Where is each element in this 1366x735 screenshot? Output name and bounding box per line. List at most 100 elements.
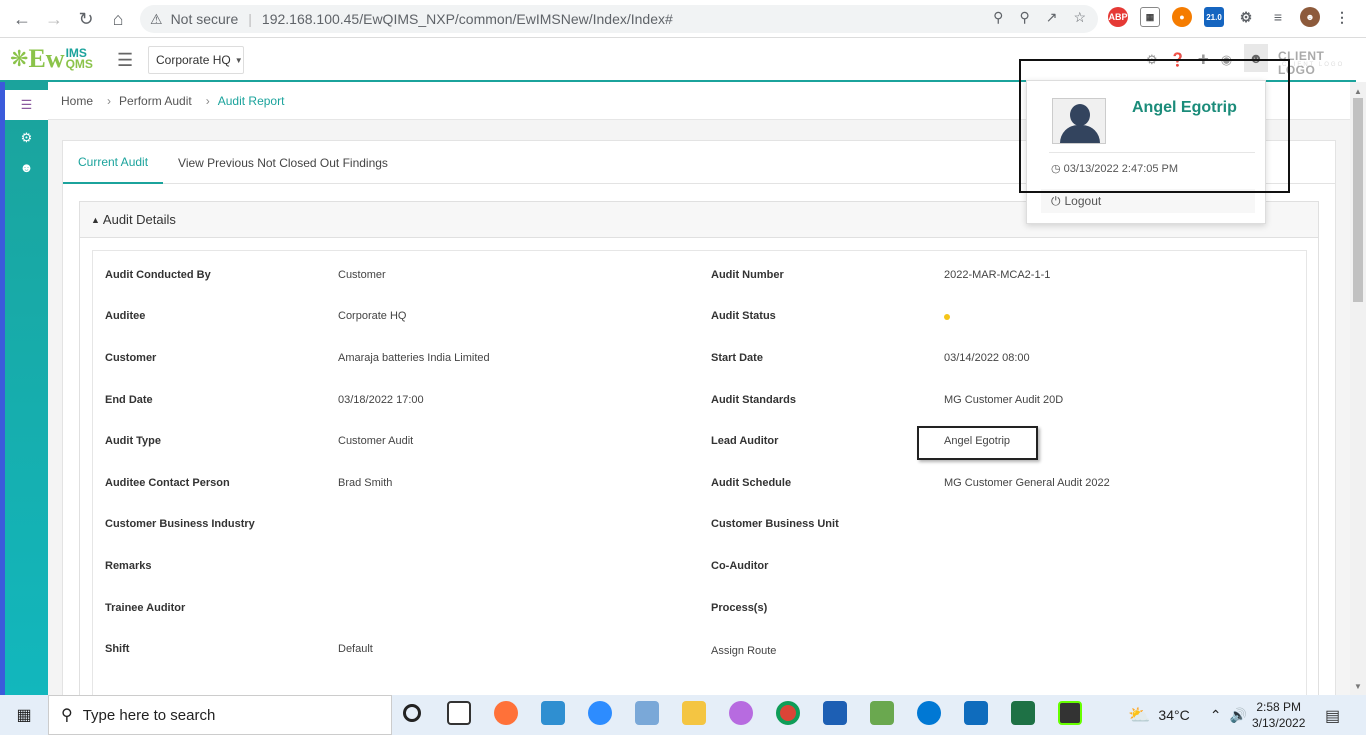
chevron-up-icon[interactable]: ⌃ — [1210, 707, 1222, 724]
detail-label: Customer — [105, 352, 157, 364]
back-arrow-icon[interactable]: ← — [6, 3, 38, 35]
reading-list-icon[interactable]: ≡ — [1268, 7, 1288, 27]
detail-label: Audit Schedule — [711, 477, 792, 489]
client-logo-sub: CLIENT LOGO — [1282, 62, 1345, 68]
windows-taskbar: ▦ ⚲ Type here to search ⛅ 34°C ⌃ 🔊 2:58 … — [0, 695, 1366, 735]
detail-value: 03/18/2022 17:00 — [338, 394, 424, 406]
logo-ew: Ew — [28, 44, 65, 73]
detail-label: Trainee Auditor — [105, 602, 186, 614]
detail-label: Lead Auditor — [711, 435, 779, 447]
windows-start-icon[interactable]: ▦ — [0, 695, 48, 735]
chevron-up-icon: ▲ — [91, 214, 100, 225]
detail-label: Audit Conducted By — [105, 269, 211, 281]
scroll-thumb[interactable] — [1353, 98, 1363, 302]
logo-qms: QMS — [65, 57, 93, 71]
link-app-icon[interactable] — [729, 701, 753, 725]
detail-label: Assign Route — [711, 645, 777, 657]
share-icon[interactable]: ↗ — [1046, 9, 1058, 26]
detail-row: Customer Business Industry Customer Busi… — [93, 518, 1308, 538]
settings-gear-icon[interactable]: ⚙ — [5, 123, 48, 153]
cortana-icon[interactable] — [403, 704, 421, 722]
photos-icon[interactable] — [541, 701, 565, 725]
zoom-icon[interactable] — [588, 701, 612, 725]
excel-icon[interactable] — [1011, 701, 1035, 725]
zoom-icon[interactable]: ⚲ — [1019, 9, 1029, 26]
task-view-icon[interactable] — [447, 701, 471, 725]
location-select[interactable]: Corporate HQ ▼ — [148, 46, 244, 74]
detail-label: Customer Business Industry — [105, 518, 255, 530]
notification-icon[interactable]: ▤ — [1325, 706, 1340, 726]
detail-value: 2022-MAR-MCA2-1-1 — [944, 269, 1051, 281]
search-icon: ⚲ — [61, 707, 73, 724]
detail-label: Auditee Contact Person — [105, 477, 230, 489]
detail-row: Auditee Contact Person Brad Smith Audit … — [93, 477, 1308, 497]
audit-clipboard-icon[interactable]: ☰ — [5, 90, 48, 120]
key-icon[interactable]: ⚲ — [993, 9, 1003, 26]
detail-label: Audit Standards — [711, 394, 796, 406]
home-icon[interactable]: ⌂ — [102, 3, 134, 35]
detail-label: Auditee — [105, 310, 146, 322]
mail-icon[interactable] — [964, 701, 988, 725]
scroll-up-icon[interactable]: ▲ — [1350, 84, 1366, 98]
weather-icon[interactable]: ⛅ — [1128, 705, 1150, 726]
forward-arrow-icon[interactable]: → — [38, 3, 70, 35]
notepad-icon[interactable] — [870, 701, 894, 725]
volume-icon[interactable]: 🔊 — [1229, 707, 1246, 724]
pinned-apps — [400, 701, 1082, 725]
address-bar[interactable]: ⚠ Not secure | 192.168.100.45/EwQIMS_NXP… — [140, 5, 1098, 33]
adblock-icon[interactable]: ABP — [1108, 7, 1128, 27]
detail-label: Process(s) — [711, 602, 768, 614]
chevron-down-icon: ▼ — [234, 55, 243, 65]
puzzle-icon[interactable]: ⚙ — [1236, 7, 1256, 27]
taskbar-clock[interactable]: 2:58 PM 3/13/2022 — [1252, 699, 1305, 731]
tab-previous-findings[interactable]: View Previous Not Closed Out Findings — [163, 141, 403, 184]
terminal-icon[interactable] — [1058, 701, 1082, 725]
chevron-right-icon: › — [205, 93, 210, 108]
power-icon: ⏻ — [1051, 193, 1061, 208]
detail-value: MG Customer General Audit 2022 — [944, 477, 1110, 489]
kebab-menu-icon[interactable]: ⋮ — [1332, 7, 1352, 27]
counter-extension-icon[interactable]: 21.0 — [1204, 7, 1224, 27]
profile-highlight-frame — [1019, 59, 1290, 193]
detail-label: Shift — [105, 643, 130, 655]
temperature[interactable]: 34°C — [1158, 707, 1189, 723]
document-extension-icon[interactable]: ▦ — [1140, 7, 1160, 27]
hamburger-menu-icon[interactable]: ☰ — [117, 50, 133, 71]
clock-time: 2:58 PM — [1256, 700, 1302, 714]
url-text[interactable]: 192.168.100.45/EwQIMS_NXP/common/EwIMSNe… — [262, 11, 673, 27]
detail-value: 03/14/2022 08:00 — [944, 352, 1030, 364]
chrome-icon[interactable] — [776, 701, 800, 725]
breadcrumb-perform-audit[interactable]: Perform Audit — [119, 94, 192, 108]
file-explorer-icon[interactable] — [682, 701, 706, 725]
detail-row: Audit Conducted By Customer Audit Number… — [93, 269, 1308, 289]
detail-value: Brad Smith — [338, 477, 393, 489]
clock-date: 3/13/2022 — [1252, 716, 1306, 730]
edge-icon[interactable] — [917, 701, 941, 725]
ewqims-logo[interactable]: ❋ Ew IMS QMS — [10, 44, 93, 74]
tab-current-audit[interactable]: Current Audit — [63, 141, 164, 184]
separator: | — [248, 11, 252, 27]
breadcrumb-home[interactable]: Home — [61, 94, 93, 108]
profile-avatar-icon[interactable]: ☻ — [1300, 7, 1320, 27]
taskbar-search[interactable]: ⚲ Type here to search — [48, 695, 392, 735]
laptop-icon[interactable] — [635, 701, 659, 725]
detail-label: Co-Auditor — [711, 560, 769, 572]
detail-row: Remarks Co-Auditor — [93, 560, 1308, 580]
detail-label: Audit Type — [105, 435, 162, 447]
user-check-icon[interactable]: ☻ — [5, 152, 48, 182]
breadcrumb-current: Audit Report — [217, 93, 285, 108]
reload-icon[interactable]: ↻ — [70, 3, 102, 35]
detail-row: Trainee Auditor Process(s) — [93, 602, 1308, 622]
detail-value: MG Customer Audit 20D — [944, 394, 1064, 406]
bookmark-star-icon[interactable]: ☆ — [1073, 9, 1086, 26]
browser-toolbar: ← → ↻ ⌂ ⚠ Not secure | 192.168.100.45/Ew… — [0, 0, 1366, 38]
security-label: Not secure — [170, 11, 239, 27]
firefox-extension-icon[interactable]: ● — [1172, 7, 1192, 27]
firefox-icon[interactable] — [494, 701, 518, 725]
security-shield-icon[interactable] — [823, 701, 847, 725]
detail-row: End Date 03/18/2022 17:00 Audit Standard… — [93, 394, 1308, 414]
detail-row: Customer Amaraja batteries India Limited… — [93, 352, 1308, 372]
page-scrollbar[interactable]: ▲ ▼ — [1350, 82, 1366, 695]
audit-details-title: Audit Details — [102, 212, 176, 227]
scroll-down-icon[interactable]: ▼ — [1350, 679, 1366, 693]
